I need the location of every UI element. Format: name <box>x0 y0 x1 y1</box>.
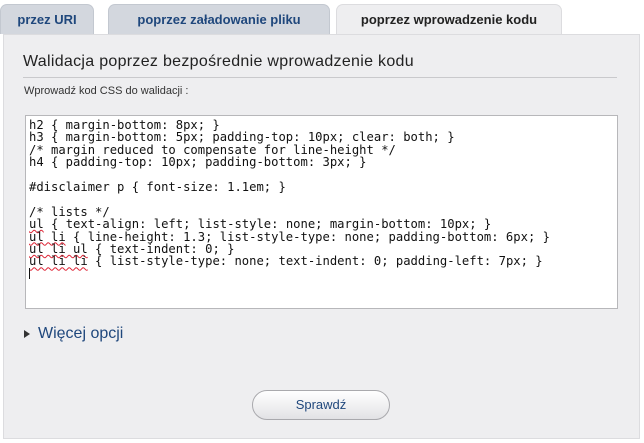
code-line: h4 { padding-top: 10px; padding-bottom: … <box>29 155 367 170</box>
more-options-toggle[interactable]: Więcej opcji <box>24 325 123 343</box>
code-line: ul { text-align: left; list-style: none;… <box>29 217 492 232</box>
tab-by-file-upload[interactable]: poprzez załadowanie pliku <box>108 4 330 34</box>
direct-input-panel: Walidacja poprzez bezpośrednie wprowadze… <box>3 34 640 439</box>
css-code-textarea[interactable]: h2 { margin-bottom: 8px; } h3 { margin-bo… <box>25 115 618 309</box>
cursor-line <box>29 267 617 280</box>
tab-by-uri[interactable]: przez URI <box>0 4 94 34</box>
panel-title: Walidacja poprzez bezpośrednie wprowadze… <box>23 53 617 78</box>
tab-bar: przez URI poprzez załadowanie pliku popr… <box>0 0 644 34</box>
more-options-label: Więcej opcji <box>38 325 124 342</box>
code-field-label: Wprowadź kod CSS do walidacji : <box>24 85 189 97</box>
code-line: h3 { margin-bottom: 5px; padding-top: 10… <box>29 130 455 145</box>
code-line: ul li li { list-style-type: none; text-i… <box>29 254 543 269</box>
code-line: #disclaimer p { font-size: 1.1em; } <box>29 179 286 194</box>
tab-by-direct-input[interactable]: poprzez wprowadzenie kodu <box>336 4 562 34</box>
text-cursor <box>29 267 30 279</box>
triangle-right-icon <box>24 330 30 338</box>
check-button[interactable]: Sprawdź <box>252 390 390 420</box>
